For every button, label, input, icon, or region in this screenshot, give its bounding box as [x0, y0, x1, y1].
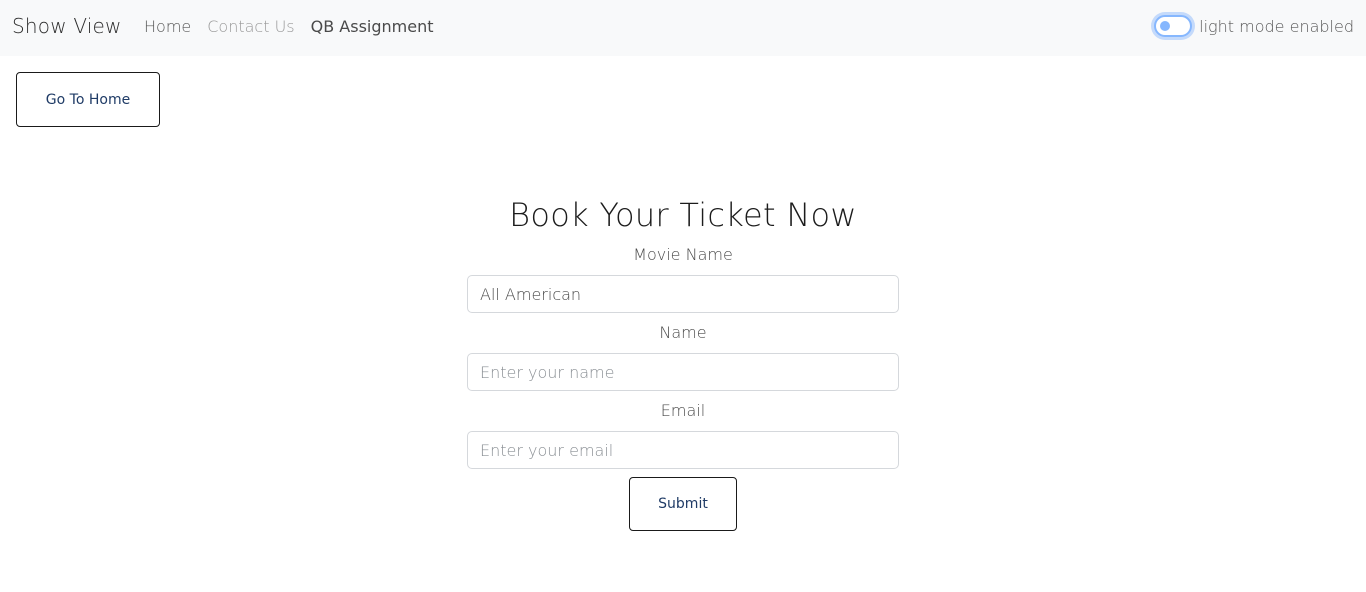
go-to-home-button[interactable]: Go To Home [16, 72, 160, 127]
submit-button[interactable]: Submit [629, 477, 737, 531]
switch-knob [1160, 21, 1171, 31]
mode-toggle: light mode enabled [1154, 15, 1354, 37]
nav-links: Home Contact Us QB Assignment [144, 17, 434, 36]
light-mode-switch[interactable] [1154, 15, 1193, 37]
movie-name-label: Movie Name [633, 245, 733, 264]
name-input[interactable] [467, 353, 899, 391]
mode-label: light mode enabled [1199, 16, 1354, 36]
nav-link-contact-us[interactable]: Contact Us [207, 17, 294, 36]
nav-link-qb-assignment[interactable]: QB Assignment [311, 17, 434, 36]
email-input[interactable] [467, 431, 899, 469]
name-label: Name [659, 323, 707, 342]
movie-name-input[interactable] [467, 275, 899, 313]
brand-logo[interactable]: Show View [12, 14, 122, 38]
top-navbar: Show View Home Contact Us QB Assignment … [0, 0, 1366, 56]
nav-link-home[interactable]: Home [144, 17, 191, 36]
page-title: Book Your Ticket Now [509, 196, 857, 234]
email-label: Email [660, 401, 706, 420]
